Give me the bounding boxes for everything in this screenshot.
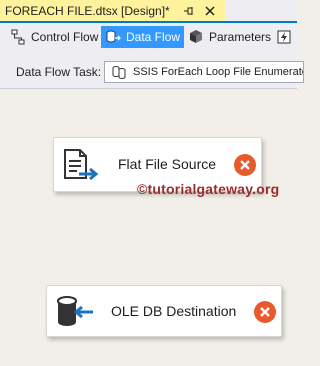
data-flow-task-bar: Data Flow Task: SSIS ForEach Loop File E…	[0, 51, 304, 89]
selected-task-name: SSIS ForEach Loop File Enumerator	[133, 66, 304, 78]
tab-parameters[interactable]: Parameters	[184, 26, 275, 48]
data-flow-task-select[interactable]: SSIS ForEach Loop File Enumerator	[104, 61, 304, 83]
pin-tab-icon[interactable]	[182, 4, 196, 18]
watermark-text: ©tutorialgateway.org	[137, 181, 280, 197]
tab-data-flow-label: Data Flow	[126, 30, 181, 44]
ole-db-destination-component[interactable]: OLE DB Destination	[46, 285, 282, 337]
ole-db-destination-icon	[55, 295, 97, 329]
tab-parameters-label: Parameters	[209, 30, 272, 44]
error-icon[interactable]	[234, 154, 256, 176]
event-handlers-icon	[276, 29, 292, 45]
data-flow-task-icon	[111, 64, 127, 80]
data-flow-task-label: Data Flow Task:	[16, 65, 102, 79]
pin-icon	[184, 7, 193, 15]
data-flow-icon	[105, 29, 121, 45]
ole-db-destination-label: OLE DB Destination	[111, 303, 237, 319]
tab-control-flow-label: Control Flow	[31, 30, 99, 44]
design-canvas[interactable]: Flat File Source ©tutorialgateway.org OL…	[0, 89, 297, 366]
document-tab-title: FOREACH FILE.dtsx [Design]*	[5, 3, 170, 18]
document-tab[interactable]: FOREACH FILE.dtsx [Design]*	[0, 0, 225, 21]
tab-event-handlers[interactable]	[272, 26, 301, 48]
close-tab-button[interactable]	[203, 4, 217, 18]
document-tab-strip: FOREACH FILE.dtsx [Design]*	[0, 0, 297, 23]
control-flow-icon	[10, 29, 26, 45]
tab-data-flow[interactable]: Data Flow	[101, 26, 185, 48]
close-icon	[205, 6, 215, 16]
designer-toolbar: Control Flow Data Flow Parameters	[0, 23, 297, 51]
parameters-icon	[188, 29, 204, 45]
flat-file-source-icon	[62, 148, 102, 184]
flat-file-source-label: Flat File Source	[118, 156, 217, 172]
error-icon[interactable]	[254, 301, 276, 323]
tab-control-flow[interactable]: Control Flow	[6, 26, 102, 48]
